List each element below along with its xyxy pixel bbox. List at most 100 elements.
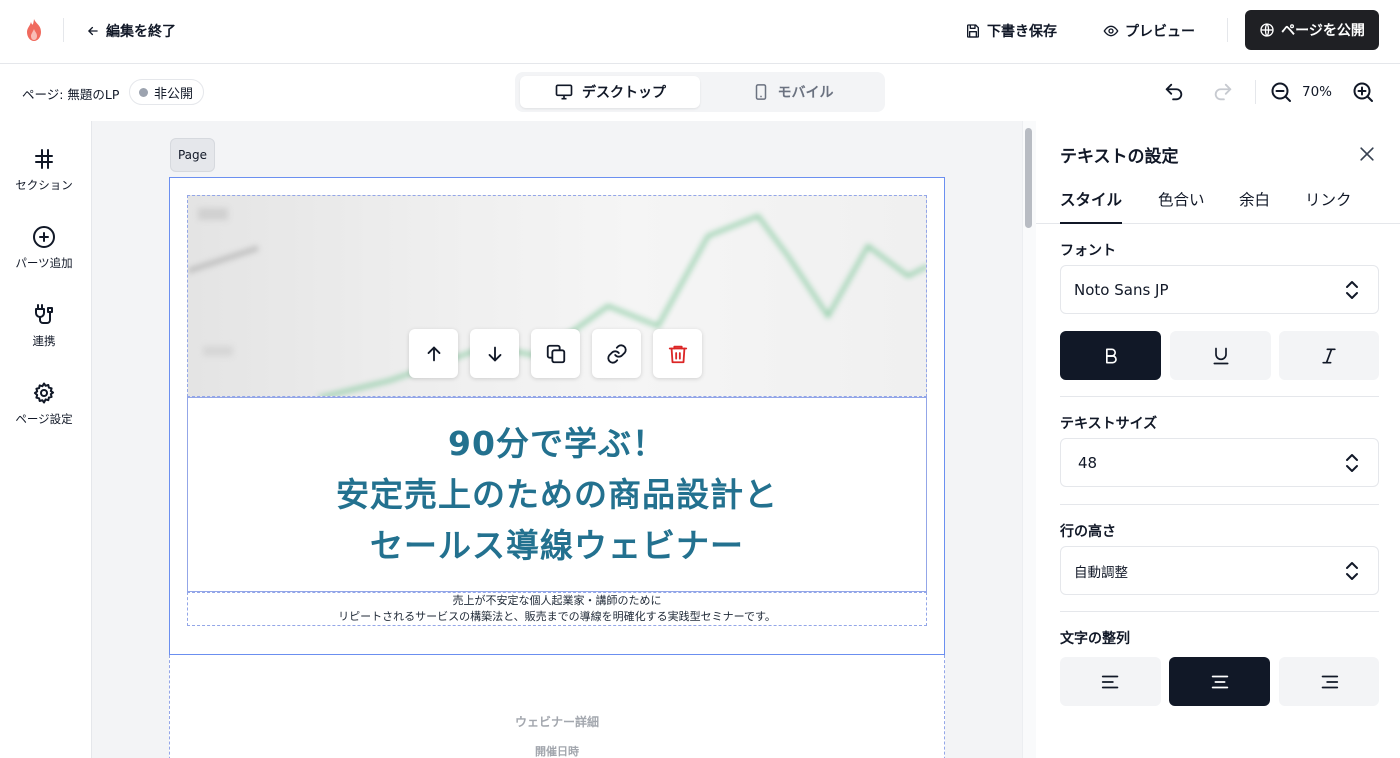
tab-link[interactable]: リンク bbox=[1305, 188, 1352, 224]
zoom-level: 70% bbox=[1302, 84, 1333, 100]
page-name: ページ: 無題のLP bbox=[22, 87, 120, 102]
link-button[interactable] bbox=[592, 329, 641, 378]
align-center-button[interactable] bbox=[1169, 657, 1270, 706]
subtext-line: 売上が不安定な個人起業家・講師のために bbox=[452, 594, 662, 607]
duplicate-button[interactable] bbox=[531, 329, 580, 378]
smartphone-icon bbox=[752, 82, 770, 102]
italic-icon bbox=[1319, 346, 1339, 366]
line-height-label: 行の高さ bbox=[1060, 524, 1116, 540]
device-mobile-label: モバイル bbox=[777, 85, 834, 101]
tab-color[interactable]: 色合い bbox=[1158, 188, 1205, 224]
move-down-button[interactable] bbox=[470, 329, 519, 378]
exit-edit-label: 編集を終了 bbox=[106, 24, 176, 40]
app-logo-icon[interactable] bbox=[20, 16, 48, 44]
zoom-out-icon bbox=[1269, 80, 1293, 104]
sidebar-item-label: ページ設定 bbox=[15, 412, 73, 426]
align-left-icon bbox=[1100, 671, 1122, 693]
bold-icon bbox=[1101, 346, 1121, 366]
left-sidebar: セクション パーツ追加 連携 ページ設定 bbox=[0, 121, 92, 758]
canvas-scrollbar-thumb[interactable] bbox=[1025, 128, 1032, 228]
plug-icon bbox=[32, 303, 56, 327]
publish-page-button[interactable]: ページを公開 bbox=[1245, 10, 1379, 50]
panel-title: テキストの設定 bbox=[1060, 147, 1179, 167]
plus-circle-icon bbox=[32, 225, 56, 249]
sidebar-item-add-parts[interactable]: パーツ追加 bbox=[0, 225, 88, 271]
headline-line: 安定売上のための商品設計と bbox=[336, 475, 778, 514]
sidebar-item-section[interactable]: セクション bbox=[0, 147, 88, 193]
hash-icon bbox=[32, 147, 56, 171]
align-right-icon bbox=[1318, 671, 1340, 693]
device-mobile-tab[interactable]: モバイル bbox=[705, 76, 880, 108]
tab-spacing[interactable]: 余白 bbox=[1239, 188, 1270, 224]
divider bbox=[1255, 80, 1256, 104]
device-desktop-tab[interactable]: デスクトップ bbox=[520, 76, 700, 108]
move-up-button[interactable] bbox=[409, 329, 458, 378]
divider bbox=[1060, 611, 1379, 612]
sidebar-item-label: セクション bbox=[15, 178, 73, 192]
eye-icon bbox=[1103, 23, 1119, 39]
page-tag[interactable]: Page bbox=[170, 138, 215, 172]
exit-edit-button[interactable]: 編集を終了 bbox=[86, 18, 176, 44]
line-height-value: 自動調整 bbox=[1074, 564, 1128, 581]
headline-line: セールス導線ウェビナー bbox=[370, 526, 744, 565]
undo-icon bbox=[1163, 81, 1185, 103]
divider bbox=[63, 18, 64, 42]
section-title[interactable]: ウェビナー詳細 bbox=[169, 713, 945, 730]
bold-toggle[interactable] bbox=[1060, 331, 1161, 380]
italic-toggle[interactable] bbox=[1279, 331, 1379, 380]
arrow-up-icon bbox=[423, 343, 445, 365]
section-subtitle[interactable]: 開催日時 bbox=[169, 743, 945, 758]
redo-icon bbox=[1212, 81, 1234, 103]
chevron-up-down-icon bbox=[1344, 453, 1360, 473]
divider bbox=[1060, 396, 1379, 397]
zoom-in-icon bbox=[1351, 80, 1375, 104]
close-panel-button[interactable] bbox=[1355, 142, 1379, 166]
device-desktop-label: デスクトップ bbox=[582, 85, 666, 101]
sidebar-item-label: 連携 bbox=[32, 334, 56, 348]
subtext-block[interactable]: 売上が不安定な個人起業家・講師のために リピートされるサービスの構築法と、販売ま… bbox=[187, 592, 927, 626]
text-size-value: 48 bbox=[1078, 453, 1098, 472]
text-size-select[interactable]: 48 bbox=[1060, 438, 1379, 487]
font-select[interactable]: Noto Sans JP bbox=[1060, 265, 1379, 314]
floppy-disk-icon bbox=[965, 23, 981, 39]
device-toggle: デスクトップ モバイル bbox=[515, 72, 885, 112]
panel-tabs: スタイル 色合い 余白 リンク bbox=[1036, 188, 1400, 224]
arrow-down-icon bbox=[484, 343, 506, 365]
status-dot bbox=[139, 87, 148, 97]
align-right-button[interactable] bbox=[1279, 657, 1379, 706]
status-badge[interactable]: 非公開 bbox=[129, 79, 205, 105]
font-value: Noto Sans JP bbox=[1074, 280, 1169, 299]
undo-button[interactable] bbox=[1161, 79, 1187, 105]
text-size-label: テキストサイズ bbox=[1060, 416, 1158, 432]
sidebar-item-integration[interactable]: 連携 bbox=[0, 303, 88, 349]
divider bbox=[1060, 504, 1379, 505]
block-toolbar bbox=[409, 329, 702, 378]
zoom-out-button[interactable] bbox=[1268, 79, 1294, 105]
align-left-button[interactable] bbox=[1060, 657, 1161, 706]
status-label: 非公開 bbox=[154, 86, 194, 102]
divider bbox=[1227, 18, 1228, 42]
delete-button[interactable] bbox=[653, 329, 702, 378]
publish-label: ページを公開 bbox=[1281, 23, 1365, 39]
redo-button[interactable] bbox=[1210, 79, 1236, 105]
headline-text-block[interactable]: 90分で学ぶ！ 安定売上のための商品設計と セールス導線ウェビナー bbox=[187, 397, 927, 592]
sidebar-item-page-settings[interactable]: ページ設定 bbox=[0, 381, 88, 427]
preview-button[interactable]: プレビュー bbox=[1103, 18, 1195, 44]
trash-icon bbox=[667, 343, 689, 365]
globe-icon bbox=[1259, 22, 1275, 38]
font-label: フォント bbox=[1060, 243, 1116, 259]
close-icon bbox=[1357, 144, 1377, 164]
save-draft-label: 下書き保存 bbox=[987, 24, 1057, 40]
link-icon bbox=[606, 343, 628, 365]
sidebar-item-label: パーツ追加 bbox=[15, 256, 73, 270]
line-height-select[interactable]: 自動調整 bbox=[1060, 546, 1379, 595]
subtext-line: リピートされるサービスの構築法と、販売までの導線を明確化する実践型セミナーです。 bbox=[338, 610, 776, 623]
chevron-up-down-icon bbox=[1344, 561, 1360, 581]
headline-line: 90分で学ぶ！ bbox=[448, 424, 666, 463]
save-draft-button[interactable]: 下書き保存 bbox=[965, 18, 1057, 44]
underline-toggle[interactable] bbox=[1170, 331, 1271, 380]
arrow-left-icon bbox=[86, 24, 100, 38]
zoom-in-button[interactable] bbox=[1350, 79, 1376, 105]
underline-icon bbox=[1211, 346, 1231, 366]
tab-style[interactable]: スタイル bbox=[1060, 188, 1123, 224]
